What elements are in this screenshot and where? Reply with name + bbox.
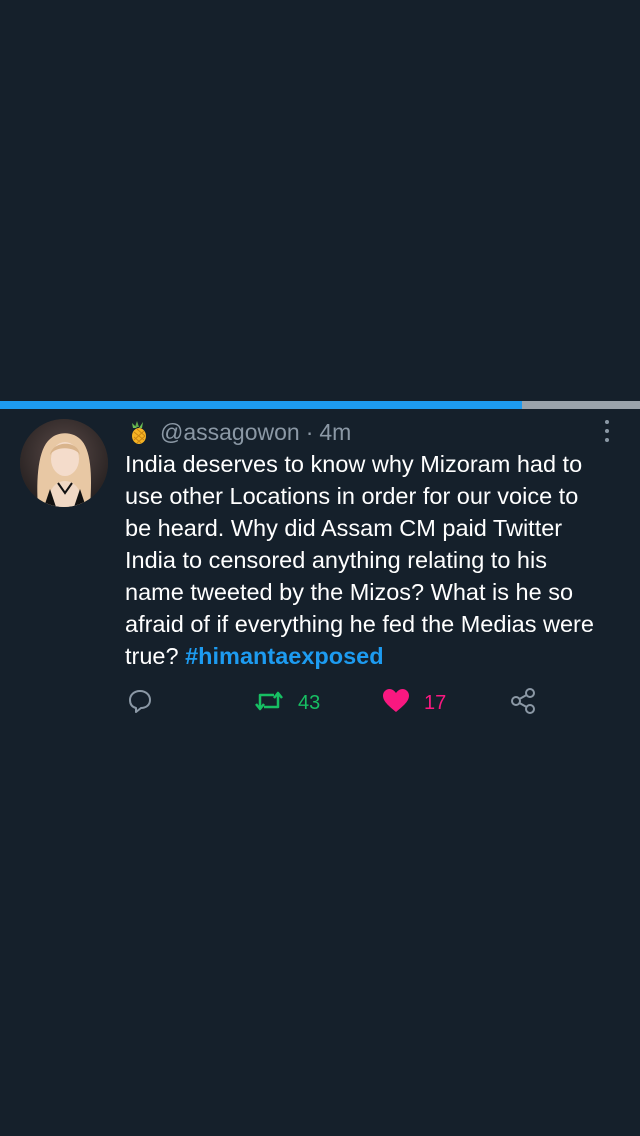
header-separator: · — [305, 418, 314, 445]
story-progress-fill — [0, 401, 522, 409]
hashtag-link[interactable]: #himantaexposed — [185, 643, 384, 669]
avatar[interactable] — [20, 419, 108, 507]
like-button[interactable]: 17 — [382, 687, 446, 719]
reply-button[interactable] — [127, 687, 153, 719]
tweet-header: @assagowon · 4m — [126, 419, 351, 445]
tweet-body: India deserves to know why Mizoram had t… — [125, 451, 594, 669]
retweet-icon — [254, 688, 284, 719]
like-count: 17 — [424, 691, 447, 714]
more-dot — [605, 428, 609, 433]
tweet-handle[interactable]: @assagowon — [160, 419, 300, 446]
more-options-button[interactable] — [598, 417, 616, 445]
share-icon — [510, 687, 538, 720]
share-button[interactable] — [510, 687, 538, 719]
pineapple-icon — [126, 419, 150, 445]
tweet-actions: 43 17 — [0, 687, 640, 719]
retweet-count: 43 — [298, 691, 321, 714]
reply-icon — [127, 688, 153, 719]
more-dot — [605, 438, 609, 443]
more-dot — [605, 419, 609, 424]
story-progress-bar — [0, 401, 640, 409]
retweet-button[interactable]: 43 — [254, 687, 320, 719]
heart-icon — [382, 688, 410, 719]
tweet-card[interactable]: @assagowon · 4m India deserves to know w… — [0, 409, 640, 729]
tweet-timestamp: 4m — [319, 418, 352, 445]
tweet-text: India deserves to know why Mizoram had t… — [125, 448, 620, 672]
